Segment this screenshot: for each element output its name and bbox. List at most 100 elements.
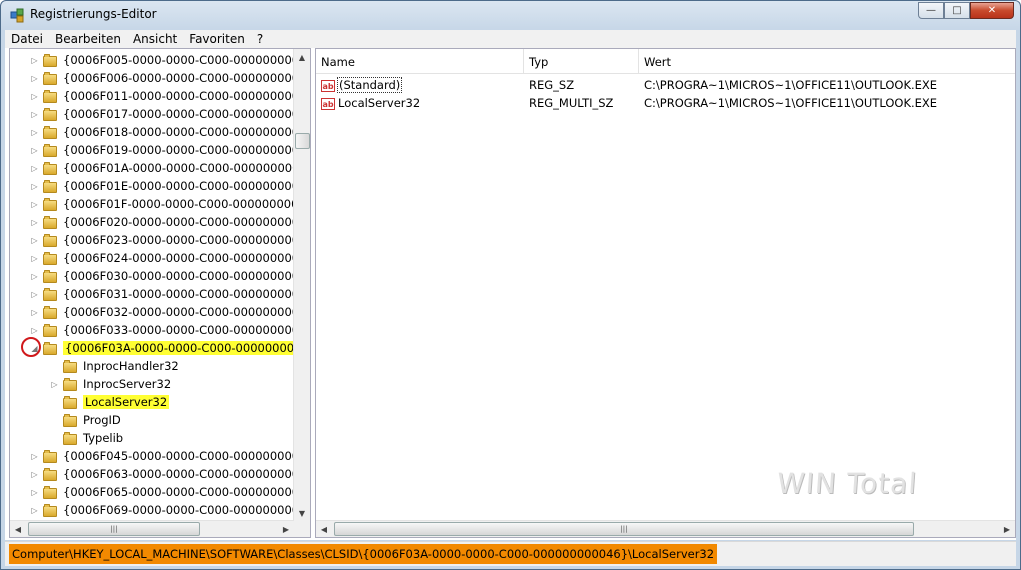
tree-item-label: {0006F030-0000-0000-C000-000000000046}: [63, 269, 311, 283]
folder-icon: [43, 251, 59, 265]
scroll-right-button[interactable]: ▶: [278, 521, 294, 537]
registry-editor-icon: [10, 8, 24, 23]
tree-item[interactable]: ▷ {0006F006-0000-0000-C000-000000000046}: [30, 69, 310, 87]
tree-item[interactable]: ▷ {0006F065-0000-0000-C000-000000000046}: [30, 483, 310, 501]
folder-icon: [63, 377, 79, 391]
menu-favoriten[interactable]: Favoriten: [183, 30, 251, 48]
tree-item[interactable]: ▷ {0006F032-0000-0000-C000-000000000046}: [30, 303, 310, 321]
key-tree-pane: ▷ {0006F005-0000-0000-C000-000000000046} ▷…: [9, 48, 311, 538]
scroll-left-button[interactable]: ◀: [10, 521, 26, 537]
tree-item[interactable]: ▷ {0006F01F-0000-0000-C000-000000000046}: [30, 195, 310, 213]
column-header-name[interactable]: Name: [316, 49, 524, 73]
tree-item[interactable]: LocalServer32: [50, 393, 170, 411]
tree-item[interactable]: ▷ {0006F01E-0000-0000-C000-000000000046}: [30, 177, 311, 195]
tree-scroll-thumb[interactable]: [295, 133, 310, 149]
expand-arrow-icon[interactable]: ▷: [30, 164, 39, 173]
tree-item-label: {0006F017-0000-0000-C000-000000000046}: [63, 107, 311, 121]
folder-icon: [43, 71, 59, 85]
tree-horizontal-scrollbar[interactable]: ◀ ||| ▶: [10, 520, 294, 537]
expand-arrow-icon[interactable]: ▷: [30, 290, 39, 299]
folder-icon: [43, 341, 59, 355]
tree-item[interactable]: ▷ {0006F063-0000-0000-C000-000000000046}: [30, 465, 310, 483]
tree-hscroll-thumb[interactable]: |||: [28, 522, 200, 536]
expand-arrow-icon[interactable]: ▷: [30, 128, 39, 137]
expand-arrow-icon[interactable]: ▷: [30, 326, 39, 335]
tree-item[interactable]: ▷ {0006F069-0000-0000-C000-000000000046}: [30, 501, 310, 519]
menu-datei[interactable]: Datei: [5, 30, 49, 48]
value-name: LocalServer32: [338, 96, 421, 110]
expand-arrow-icon[interactable]: ▷: [30, 254, 39, 263]
minimize-button[interactable]: —: [918, 2, 944, 19]
string-value-icon: ab: [321, 79, 335, 92]
tree-item[interactable]: Typelib: [50, 429, 123, 447]
expand-arrow-icon[interactable]: ▷: [30, 236, 39, 245]
column-header-type[interactable]: Typ: [524, 49, 639, 73]
expand-arrow-icon[interactable]: ▷: [30, 506, 39, 515]
value-row[interactable]: ab (Standard) REG_SZ C:\PROGRA~1\MICROS~1…: [316, 76, 1015, 94]
value-data: C:\PROGRA~1\MICROS~1\OFFICE11\OUTLOOK.EX…: [644, 96, 938, 110]
menu-ansicht[interactable]: Ansicht: [127, 30, 183, 48]
tree-item[interactable]: InprocHandler32: [50, 357, 179, 375]
tree-item[interactable]: ▷ {0006F030-0000-0000-C000-000000000046}: [30, 267, 311, 285]
folder-icon: [43, 323, 59, 337]
tree-item[interactable]: ▷ {0006F020-0000-0000-C000-000000000046}: [30, 213, 311, 231]
expand-arrow-icon[interactable]: ▷: [30, 56, 39, 65]
folder-icon: [43, 215, 59, 229]
tree-item[interactable]: ▷ {0006F033-0000-0000-C000-000000000046}: [30, 321, 310, 339]
tree-vertical-scrollbar[interactable]: ▲ ▼: [293, 49, 310, 521]
scroll-up-button[interactable]: ▲: [294, 49, 310, 65]
expand-arrow-icon[interactable]: ▷: [30, 92, 39, 101]
close-button[interactable]: ✕: [970, 2, 1014, 19]
tree-item[interactable]: ProgID: [50, 411, 121, 429]
tree-item[interactable]: ▷ {0006F045-0000-0000-C000-000000000046}: [30, 447, 310, 465]
expand-arrow-icon[interactable]: ▷: [50, 380, 59, 389]
tree-item[interactable]: ▷ {0006F018-0000-0000-C000-000000000046}: [30, 123, 310, 141]
value-row[interactable]: ab LocalServer32 REG_MULTI_SZ C:\PROGRA~1…: [316, 94, 1015, 112]
expand-arrow-icon[interactable]: ▷: [30, 74, 39, 83]
value-name-cell: ab (Standard): [321, 76, 403, 94]
folder-icon: [63, 359, 79, 373]
expand-arrow-icon[interactable]: ▷: [30, 272, 39, 281]
scroll-down-button[interactable]: ▼: [294, 505, 310, 521]
folder-icon: [43, 269, 59, 283]
menu-bearbeiten[interactable]: Bearbeiten: [49, 30, 127, 48]
title-bar[interactable]: Registrierungs-Editor — □ ✕: [1, 1, 1020, 29]
expand-arrow-icon[interactable]: ▷: [30, 488, 39, 497]
tree-item[interactable]: ▷ {0006F019-0000-0000-C000-000000000046}: [30, 141, 310, 159]
window-title: Registrierungs-Editor: [30, 7, 157, 21]
folder-icon: [63, 413, 79, 427]
tree-item[interactable]: ▷ {0006F017-0000-0000-C000-000000000046}: [30, 105, 311, 123]
tree-item[interactable]: ▷ {0006F011-0000-0000-C000-000000000046}: [30, 87, 310, 105]
scroll-left-button[interactable]: ◀: [316, 521, 332, 537]
values-list-pane: Name Typ Wert ab (Standard) REG_SZ C:\PRO…: [315, 48, 1016, 538]
tree-item[interactable]: ▷ {0006F005-0000-0000-C000-000000000046}: [30, 51, 310, 69]
tree-item-label: {0006F01E-0000-0000-C000-000000000046}: [63, 179, 311, 193]
expand-arrow-icon[interactable]: ▷: [30, 218, 39, 227]
maximize-button[interactable]: □: [944, 2, 970, 19]
folder-icon: [43, 197, 59, 211]
tree-item[interactable]: ▷ {0006F023-0000-0000-C000-000000000046}: [30, 231, 310, 249]
column-header-value[interactable]: Wert: [639, 49, 1015, 73]
folder-icon: [43, 467, 59, 481]
tree-item-label: {0006F020-0000-0000-C000-000000000046}: [63, 215, 311, 229]
list-hscroll-thumb[interactable]: |||: [334, 522, 914, 536]
expand-arrow-icon[interactable]: ▷: [30, 182, 39, 191]
expand-arrow-icon[interactable]: ▷: [30, 110, 39, 119]
expand-arrow-icon[interactable]: ▷: [30, 146, 39, 155]
tree-item[interactable]: ◢ {0006F03A-0000-0000-C000-000000000046}: [30, 339, 310, 357]
list-horizontal-scrollbar[interactable]: ◀ ||| ▶: [316, 520, 1015, 537]
expand-arrow-icon[interactable]: ▷: [30, 452, 39, 461]
annotation-circle: [21, 337, 41, 357]
tree-item[interactable]: ▷ {0006F01A-0000-0000-C000-000000000046}: [30, 159, 310, 177]
scroll-right-button[interactable]: ▶: [999, 521, 1015, 537]
menu-help[interactable]: ?: [251, 30, 269, 48]
expand-arrow-icon[interactable]: ▷: [30, 470, 39, 479]
window-controls: — □ ✕: [918, 2, 1014, 20]
tree-item[interactable]: ▷ {0006F024-0000-0000-C000-000000000046}: [30, 249, 310, 267]
tree-item[interactable]: ▷ {0006F031-0000-0000-C000-000000000046}: [30, 285, 310, 303]
tree-item[interactable]: ▷ InprocServer32: [50, 375, 171, 393]
expand-arrow-icon[interactable]: ▷: [30, 308, 39, 317]
expand-arrow-icon[interactable]: ▷: [30, 200, 39, 209]
folder-icon: [43, 305, 59, 319]
